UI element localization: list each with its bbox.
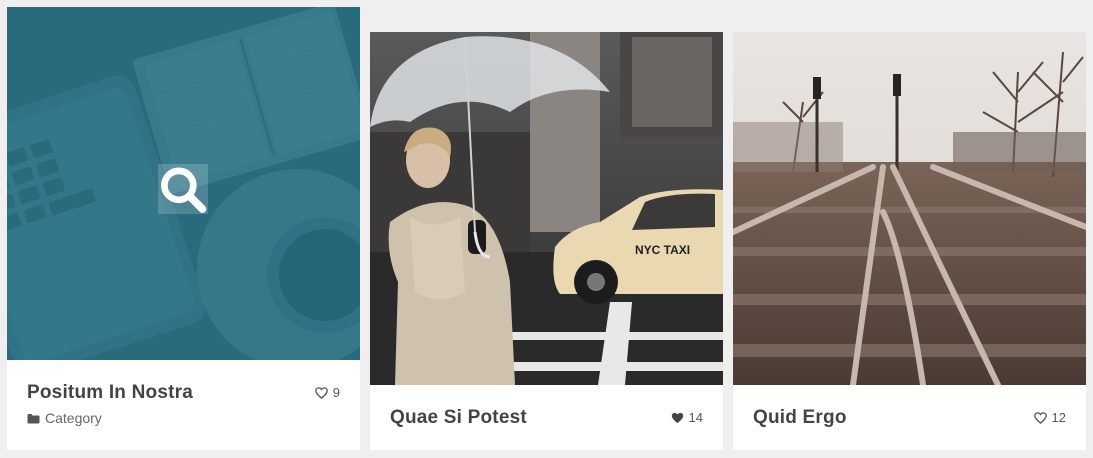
heart-outline-icon [314,386,328,399]
like-count: 9 [332,385,340,400]
like-button[interactable]: 9 [314,385,340,400]
like-button[interactable]: 12 [1033,410,1066,425]
search-icon [161,167,207,213]
category-link[interactable]: Category [27,410,102,426]
card-title[interactable]: Positum In Nostra [27,382,193,404]
portfolio-card: NYC TAXI Quae Si Potest 14 [370,32,723,450]
like-button[interactable]: 14 [671,410,703,425]
card-meta: Positum In Nostra 9 Category [7,360,360,450]
folder-icon [27,413,40,423]
portfolio-card: Positum In Nostra 9 Category [7,7,360,450]
portfolio-thumbnail-link[interactable]: NYC TAXI [370,32,723,385]
portfolio-card: Quid Ergo 12 [733,32,1086,450]
category-label: Category [45,410,102,426]
zoom-button[interactable] [158,164,208,214]
portfolio-image-railway [733,32,1086,385]
card-meta: Quae Si Potest 14 [370,385,723,450]
like-count: 14 [688,410,703,425]
card-meta: Quid Ergo 12 [733,385,1086,450]
portfolio-thumbnail-link[interactable] [733,32,1086,385]
portfolio-image-umbrella: NYC TAXI [370,32,723,385]
card-title[interactable]: Quae Si Potest [390,407,527,429]
heart-filled-icon [671,412,683,423]
card-title[interactable]: Quid Ergo [753,407,847,429]
svg-text:NYC TAXI: NYC TAXI [635,243,690,257]
heart-outline-icon [1033,411,1047,424]
like-count: 12 [1051,410,1066,425]
portfolio-thumbnail-link[interactable] [7,7,360,360]
